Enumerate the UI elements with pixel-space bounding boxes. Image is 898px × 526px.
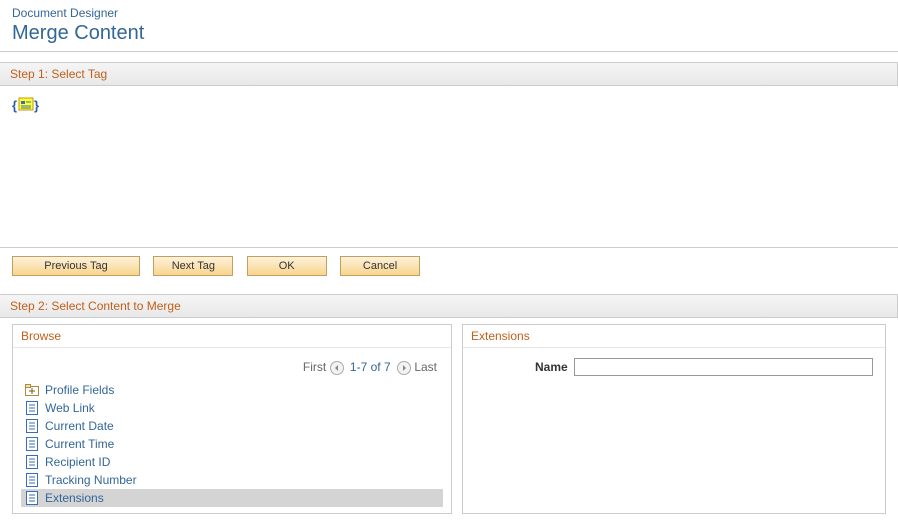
name-input[interactable] [574,358,873,376]
document-icon [25,491,39,505]
browse-panel: Browse First 1-7 of 7 Last Profile Field… [12,324,452,514]
extensions-panel-header: Extensions [463,325,885,348]
document-icon [25,473,39,487]
step1-body: { } [0,86,898,248]
tree-item[interactable]: Recipient ID [21,453,443,471]
pager-next-icon[interactable] [397,361,411,375]
document-icon [25,419,39,433]
step1-button-row: Previous Tag Next Tag OK Cancel [0,248,898,284]
tree-item[interactable]: Current Date [21,417,443,435]
pager-range: 1-7 of 7 [350,360,391,374]
document-icon [25,437,39,451]
tree-item[interactable]: Profile Fields [21,381,443,399]
tree-item[interactable]: Current Time [21,435,443,453]
document-icon [25,455,39,469]
next-tag-button[interactable]: Next Tag [153,256,233,276]
tree-item-label: Tracking Number [45,473,137,487]
tree-item-label: Web Link [45,401,95,415]
browse-panel-header: Browse [13,325,451,348]
pager-first[interactable]: First [303,360,326,374]
svg-text:}: } [34,98,39,113]
merge-tag-icon[interactable]: { } [12,96,40,116]
ok-button[interactable]: OK [247,256,327,276]
svg-text:{: { [12,98,17,113]
pager: First 1-7 of 7 Last [15,356,449,381]
browse-tree: Profile Fields Web Link Current Date Curren… [21,381,443,507]
step2-body: Browse First 1-7 of 7 Last Profile Field… [0,318,898,526]
pager-prev-icon[interactable] [330,361,344,375]
step2-header: Step 2: Select Content to Merge [0,294,898,318]
page-title: Merge Content [0,22,898,52]
pager-last[interactable]: Last [414,360,437,374]
tree-item[interactable]: Web Link [21,399,443,417]
tree-item-label: Current Time [45,437,114,451]
breadcrumb-link[interactable]: Document Designer [12,6,118,20]
tree-item-label: Recipient ID [45,455,110,469]
name-label: Name [535,360,568,374]
breadcrumb: Document Designer [0,0,898,22]
folder-plus-icon [25,383,39,397]
tree-item[interactable]: Tracking Number [21,471,443,489]
tree-item-label: Profile Fields [45,383,114,397]
tree-item-label: Current Date [45,419,114,433]
tree-item-label: Extensions [45,491,104,505]
document-icon [25,401,39,415]
step1-header: Step 1: Select Tag [0,62,898,86]
extensions-name-row: Name [475,358,873,376]
extensions-panel: Extensions Name [462,324,886,514]
previous-tag-button[interactable]: Previous Tag [12,256,140,276]
tree-item[interactable]: Extensions [21,489,443,507]
cancel-button[interactable]: Cancel [340,256,420,276]
